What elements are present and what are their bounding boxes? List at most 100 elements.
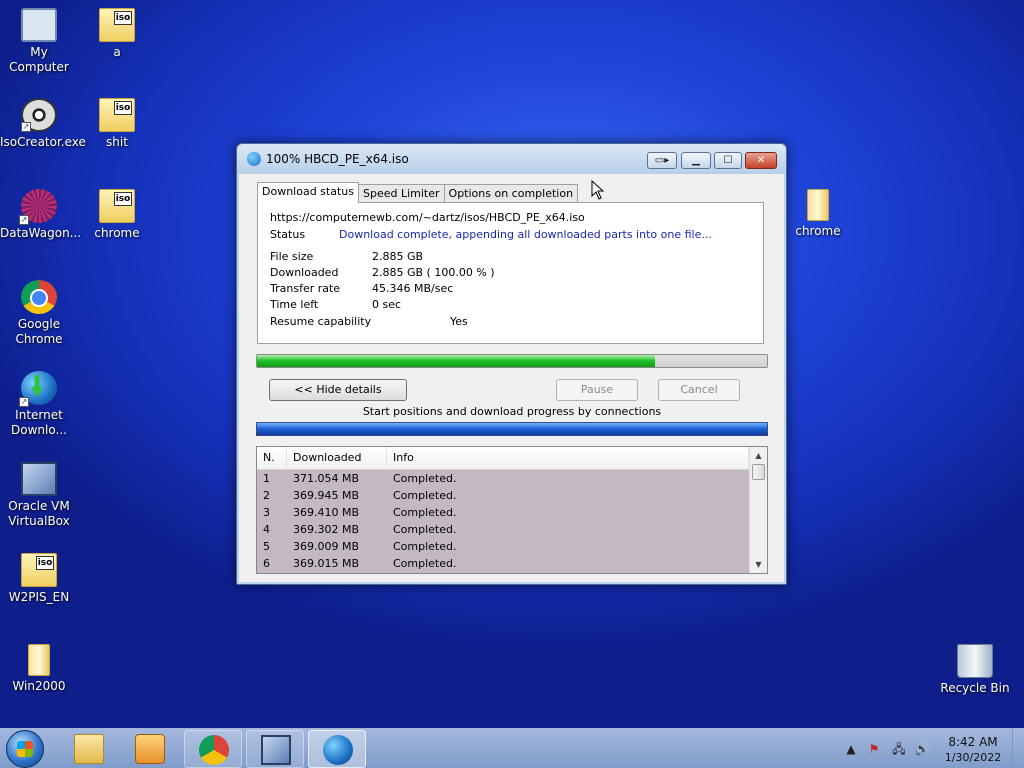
- action-center-flag-icon[interactable]: ⚑: [866, 741, 882, 757]
- clock-time: 8:42 AM: [948, 735, 998, 749]
- desktop-icon-label: a: [113, 45, 121, 59]
- desktop-icon-idm[interactable]: ↗ Internet Downlo...: [0, 371, 78, 438]
- show-hidden-icons-icon[interactable]: ▲: [843, 741, 859, 757]
- tab-speed-limiter[interactable]: Speed Limiter: [357, 184, 445, 203]
- network-icon[interactable]: 🖧: [891, 741, 907, 757]
- window-titlebar[interactable]: 100% HBCD_PE_x64.iso ▭▸ ▁ ☐ ✕: [237, 144, 786, 174]
- folder-icon: [807, 189, 829, 221]
- downloaded-value: 2.885 GB ( 100.00 % ): [372, 266, 495, 279]
- desktop-icon-a[interactable]: iso a: [78, 8, 156, 60]
- resume-capability-value: Yes: [450, 315, 468, 328]
- iso-folder-icon: iso: [99, 98, 135, 132]
- column-header-n[interactable]: N.: [257, 447, 287, 470]
- desktop-icon-recycle-bin[interactable]: Recycle Bin: [936, 644, 1014, 696]
- iso-folder-icon: iso: [21, 553, 57, 587]
- taskbar-app-chrome[interactable]: [184, 730, 242, 768]
- download-progress-fill: [257, 355, 655, 367]
- taskbar-clock[interactable]: 8:42 AM 1/30/2022: [936, 734, 1010, 766]
- mouse-cursor-icon: [591, 180, 605, 200]
- desktop-icon-label: W2PIS_EN: [8, 590, 70, 604]
- column-header-downloaded[interactable]: Downloaded: [287, 447, 387, 470]
- taskbar-app-idm[interactable]: [308, 730, 366, 768]
- maximize-button[interactable]: ☐: [714, 152, 742, 169]
- desktop-icon-chrome-iso[interactable]: iso chrome: [78, 189, 156, 241]
- extra-arrow-button[interactable]: ▭▸: [647, 152, 677, 169]
- desktop-icon-label: Recycle Bin: [940, 681, 1010, 695]
- desktop-icon-datawagon[interactable]: ↗ DataWagon...: [0, 189, 82, 241]
- iso-folder-icon: iso: [99, 189, 135, 223]
- explorer-icon: [74, 734, 104, 764]
- desktop-icon-label: Google Chrome: [15, 317, 63, 346]
- table-row[interactable]: 6 369.015 MB Completed.: [257, 555, 749, 572]
- list-body: 1 371.054 MB Completed. 2 369.945 MB Com…: [257, 470, 749, 573]
- close-button[interactable]: ✕: [745, 152, 777, 169]
- computer-icon: [21, 8, 57, 42]
- window-client: Download status Speed Limiter Options on…: [239, 174, 784, 582]
- tab-download-status[interactable]: Download status: [257, 182, 359, 203]
- idm-icon: [323, 735, 353, 765]
- desktop-icon-label: Win2000: [12, 679, 66, 693]
- list-header: N. Downloaded Info: [257, 447, 749, 470]
- tab-options-on-completion[interactable]: Options on completion: [443, 184, 579, 203]
- start-button[interactable]: [6, 730, 44, 768]
- scroll-down-icon[interactable]: ▼: [750, 556, 767, 573]
- desktop-icon-isocreator[interactable]: ↗ IsoCreator.exe: [0, 98, 86, 150]
- cancel-button[interactable]: Cancel: [658, 379, 740, 401]
- status-label: Status: [270, 228, 306, 241]
- recycle-bin-icon: [957, 644, 993, 678]
- virtualbox-icon: [21, 462, 57, 496]
- download-progress-bar: [256, 354, 768, 368]
- show-desktop-button[interactable]: [1012, 729, 1024, 768]
- table-row[interactable]: 2 369.945 MB Completed.: [257, 487, 749, 504]
- iso-folder-icon: iso: [99, 8, 135, 42]
- volume-icon[interactable]: 🔊: [914, 741, 930, 757]
- desktop-icon-win2000[interactable]: Win2000: [0, 644, 78, 694]
- transfer-rate-value: 45.346 MB/sec: [372, 282, 454, 295]
- chrome-icon: [199, 735, 229, 765]
- table-row[interactable]: 1 371.054 MB Completed.: [257, 470, 749, 487]
- transfer-rate-label: Transfer rate: [270, 282, 341, 295]
- connections-list[interactable]: N. Downloaded Info 1 371.054 MB Complete…: [256, 446, 768, 574]
- desktop-icon-w2pis[interactable]: iso W2PIS_EN: [0, 553, 78, 605]
- desktop-icon-google-chrome[interactable]: Google Chrome: [0, 280, 78, 347]
- folder-icon: [28, 644, 50, 676]
- hide-details-button[interactable]: << Hide details: [269, 379, 407, 401]
- table-row[interactable]: 4 369.302 MB Completed.: [257, 521, 749, 538]
- scroll-up-icon[interactable]: ▲: [750, 447, 767, 464]
- desktop-icon-label: Internet Downlo...: [11, 408, 67, 437]
- list-scrollbar[interactable]: ▲ ▼: [749, 447, 767, 573]
- download-status-panel: https://computernewb.com/~dartz/isos/HBC…: [257, 202, 764, 344]
- idm-icon: ↗: [19, 371, 57, 407]
- column-header-info[interactable]: Info: [387, 447, 749, 470]
- download-url: https://computernewb.com/~dartz/isos/HBC…: [270, 211, 585, 224]
- desktop-icon-label: Oracle VM VirtualBox: [8, 499, 70, 528]
- desktop-icon-virtualbox[interactable]: Oracle VM VirtualBox: [0, 462, 78, 529]
- chrome-icon: [21, 280, 57, 314]
- status-value: Download complete, appending all downloa…: [339, 228, 712, 241]
- taskbar-app-explorer[interactable]: [60, 730, 118, 768]
- isocreator-icon: ↗: [21, 98, 57, 132]
- tab-strip: Download status Speed Limiter Options on…: [257, 182, 579, 203]
- desktop-icon-shit[interactable]: iso shit: [78, 98, 156, 150]
- connections-progress-bar: [256, 422, 768, 436]
- minimize-button[interactable]: ▁: [681, 152, 711, 169]
- table-row[interactable]: 3 369.410 MB Completed.: [257, 504, 749, 521]
- taskbar-app-virtualbox[interactable]: [246, 730, 304, 768]
- scroll-thumb[interactable]: [752, 464, 765, 480]
- file-size-value: 2.885 GB: [372, 250, 424, 263]
- table-row[interactable]: 5 369.009 MB Completed.: [257, 538, 749, 555]
- desktop-icon-label: DataWagon...: [0, 226, 82, 240]
- desktop-icon-label: shit: [106, 135, 128, 149]
- clock-date: 1/30/2022: [944, 751, 1002, 764]
- downloaded-label: Downloaded: [270, 266, 339, 279]
- pause-button[interactable]: Pause: [556, 379, 638, 401]
- time-left-value: 0 sec: [372, 298, 402, 311]
- desktop-icon-chrome-folder[interactable]: chrome: [779, 189, 857, 239]
- resume-capability-label: Resume capability: [270, 315, 372, 328]
- media-player-icon: [135, 734, 165, 764]
- file-size-label: File size: [270, 250, 314, 263]
- time-left-label: Time left: [270, 298, 319, 311]
- idm-icon: [247, 152, 261, 166]
- taskbar-app-media-player[interactable]: [121, 730, 179, 768]
- desktop-icon-my-computer[interactable]: My Computer: [0, 8, 78, 75]
